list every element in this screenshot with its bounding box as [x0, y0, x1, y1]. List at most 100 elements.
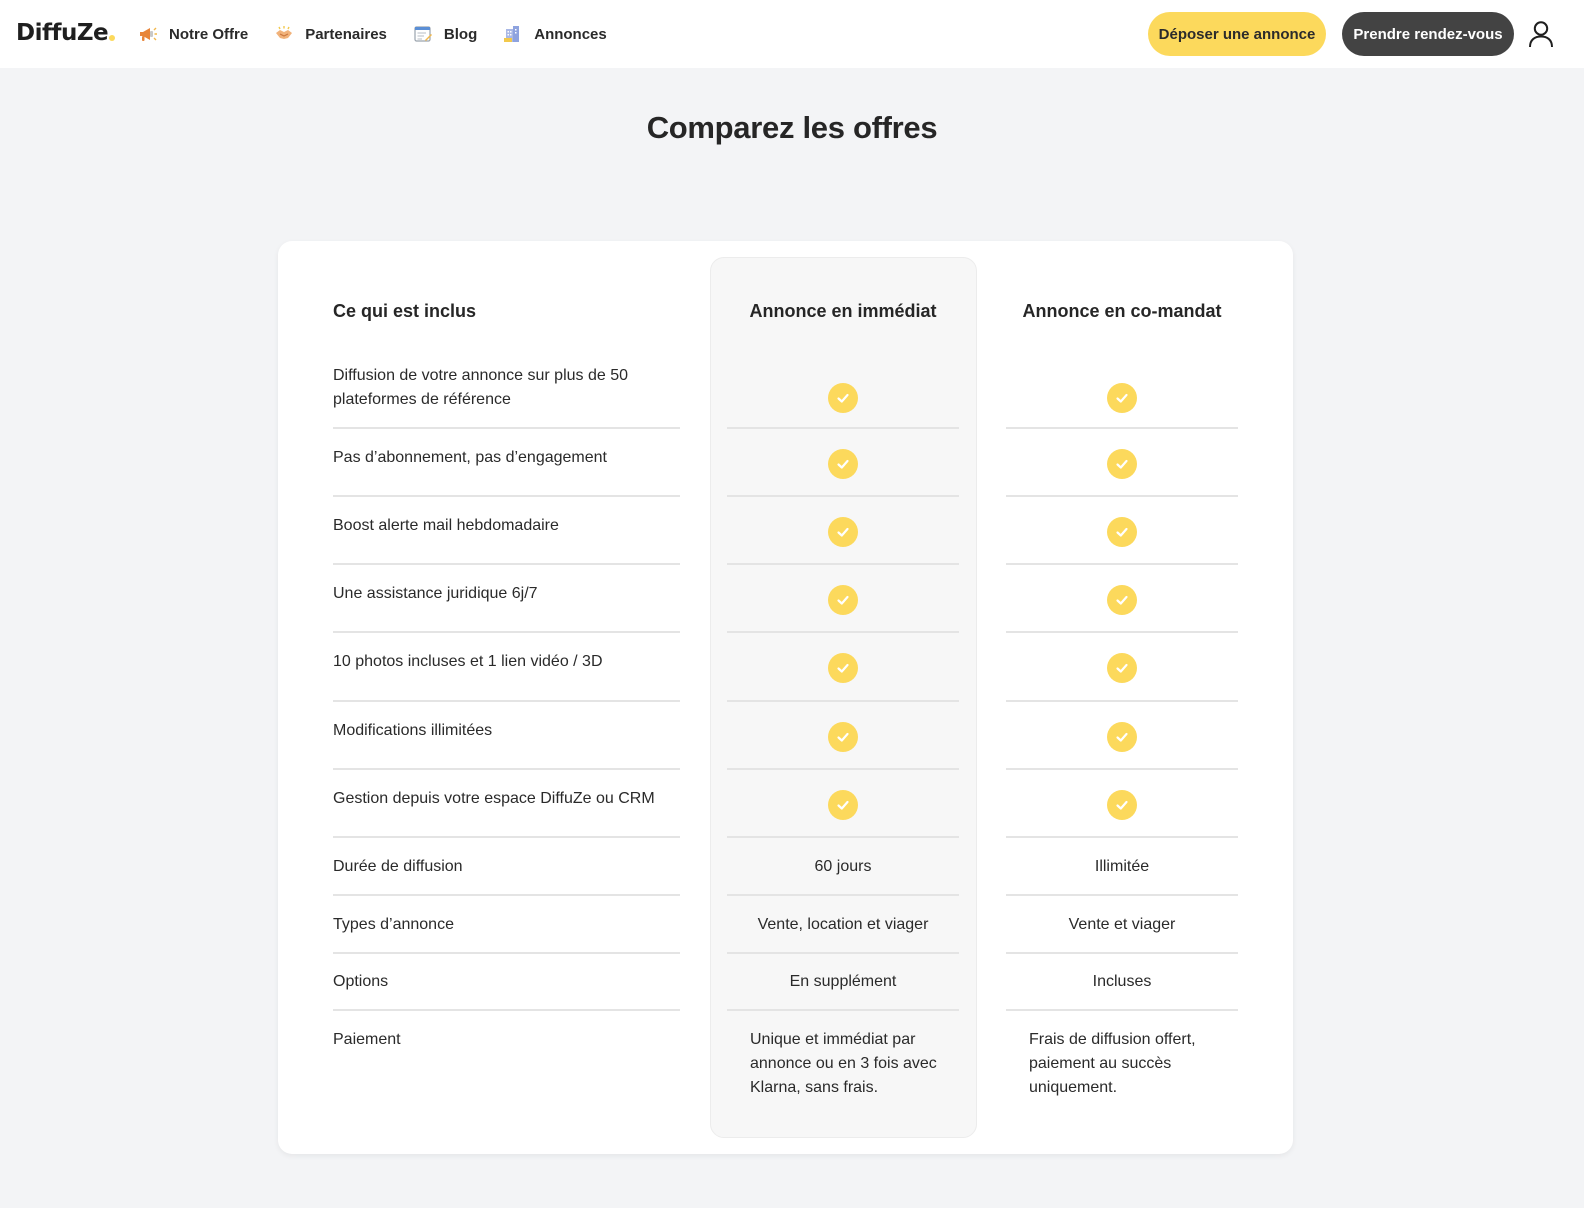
row-divider — [1006, 631, 1238, 633]
included-cell — [727, 585, 959, 615]
nav-item-blog[interactable]: Blog — [413, 24, 477, 44]
feature-label: Diffusion de votre annonce sur plus de 5… — [333, 367, 629, 408]
row-divider — [727, 952, 959, 954]
megaphone-icon — [140, 27, 157, 41]
included-cell — [1006, 722, 1238, 752]
feature-label: Une assistance juridique 6j/7 — [333, 585, 538, 602]
logo-dot — [109, 35, 116, 41]
diffuze-logo[interactable]: DiffuZe — [16, 20, 116, 46]
row-divider — [333, 427, 680, 429]
nav-item-notre-offre[interactable]: Notre Offre — [138, 24, 248, 44]
row-divider — [727, 1009, 959, 1011]
notepad-icon — [414, 26, 432, 42]
offer-co-mandat-header: Annonce en co-mandat — [1022, 301, 1222, 321]
row-divider — [727, 894, 959, 896]
row-divider — [1006, 427, 1238, 429]
row-divider — [333, 952, 680, 954]
value-cell: Vente et viager — [1006, 913, 1238, 937]
row-divider — [333, 1009, 680, 1011]
cell-text: Incluses — [1092, 973, 1152, 990]
offer-immediat-header: Annonce en immédiat — [749, 301, 937, 321]
check-icon — [1107, 585, 1137, 615]
row-divider — [333, 631, 680, 633]
feature-label: Pas d’abonnement, pas d’engagement — [333, 449, 607, 466]
value-cell: En supplément — [727, 970, 959, 994]
check-icon — [828, 585, 858, 615]
row-divider — [333, 894, 680, 896]
feature-label: 10 photos incluses et 1 lien vidéo / 3D — [333, 653, 603, 670]
logo-text: DiffuZe — [16, 20, 109, 46]
feature-label: Types d’annonce — [333, 916, 454, 933]
cell-text: 60 jours — [814, 858, 872, 875]
row-divider — [1006, 1009, 1238, 1011]
features-column-header: Ce qui est inclus — [333, 301, 477, 321]
row-divider — [1006, 700, 1238, 702]
included-cell — [727, 722, 959, 752]
included-cell — [1006, 449, 1238, 479]
row-divider — [1006, 894, 1238, 896]
check-icon — [1107, 722, 1137, 752]
included-cell — [1006, 585, 1238, 615]
buildings-icon — [504, 26, 520, 42]
included-cell — [727, 790, 959, 820]
row-divider — [727, 631, 959, 633]
row-divider — [727, 427, 959, 429]
included-cell — [1006, 383, 1238, 413]
comparison-card: Ce qui est inclus Annonce en immédiat An… — [278, 241, 1293, 1154]
row-divider — [1006, 495, 1238, 497]
check-icon — [1107, 383, 1137, 413]
row-divider — [333, 836, 680, 838]
nav-item-partenaires[interactable]: Partenaires — [274, 24, 387, 44]
row-divider — [727, 495, 959, 497]
check-icon — [1107, 517, 1137, 547]
top-navigation-bar: DiffuZe Notre Offre Partenaires Blog Ann… — [0, 0, 1584, 68]
row-divider — [727, 768, 959, 770]
row-divider — [1006, 563, 1238, 565]
cell-text: Illimitée — [1094, 858, 1150, 875]
check-icon — [828, 383, 858, 413]
nav-item-annonces[interactable]: Annonces — [503, 24, 607, 44]
included-cell — [727, 517, 959, 547]
cell-text: Vente et viager — [1068, 916, 1176, 933]
included-cell — [1006, 790, 1238, 820]
page-title: Comparez les offres — [646, 110, 938, 145]
check-icon — [1107, 653, 1137, 683]
row-divider — [333, 563, 680, 565]
feature-label: Boost alerte mail hebdomadaire — [333, 517, 559, 534]
cell-text: En supplément — [789, 973, 897, 990]
check-icon — [828, 653, 858, 683]
row-divider — [1006, 768, 1238, 770]
handshake-icon — [276, 26, 293, 39]
value-cell: Illimitée — [1006, 855, 1238, 879]
feature-label: Gestion depuis votre espace DiffuZe ou C… — [333, 790, 655, 807]
feature-label: Paiement — [333, 1031, 401, 1048]
feature-label: Modifications illimitées — [333, 722, 493, 739]
included-cell — [1006, 517, 1238, 547]
main-nav: Notre Offre Partenaires Blog Annonces — [138, 0, 633, 68]
feature-label: Durée de diffusion — [333, 858, 463, 875]
cell-text: Unique et immédiat par annonce ou en 3 f… — [750, 1031, 937, 1096]
check-icon — [1107, 449, 1137, 479]
row-divider — [727, 700, 959, 702]
included-cell — [1006, 653, 1238, 683]
row-divider — [333, 768, 680, 770]
check-icon — [1107, 790, 1137, 820]
row-divider — [1006, 952, 1238, 954]
user-icon[interactable] — [1528, 20, 1554, 48]
value-cell: Vente, location et viager — [727, 913, 959, 937]
cell-text: Frais de diffusion offert, paiement au s… — [1029, 1031, 1196, 1096]
value-cell: Unique et immédiat par annonce ou en 3 f… — [727, 1028, 959, 1100]
check-icon — [828, 722, 858, 752]
check-icon — [828, 517, 858, 547]
feature-label: Options — [333, 973, 389, 990]
deposit-listing-button[interactable]: Déposer une annonce — [1148, 12, 1326, 56]
check-icon — [828, 790, 858, 820]
included-cell — [727, 449, 959, 479]
book-appointment-button[interactable]: Prendre rendez-vous — [1342, 12, 1514, 56]
row-divider — [333, 495, 680, 497]
row-divider — [727, 836, 959, 838]
included-cell — [727, 383, 959, 413]
value-cell: Frais de diffusion offert, paiement au s… — [1006, 1028, 1238, 1100]
check-icon — [828, 449, 858, 479]
value-cell: Incluses — [1006, 970, 1238, 994]
